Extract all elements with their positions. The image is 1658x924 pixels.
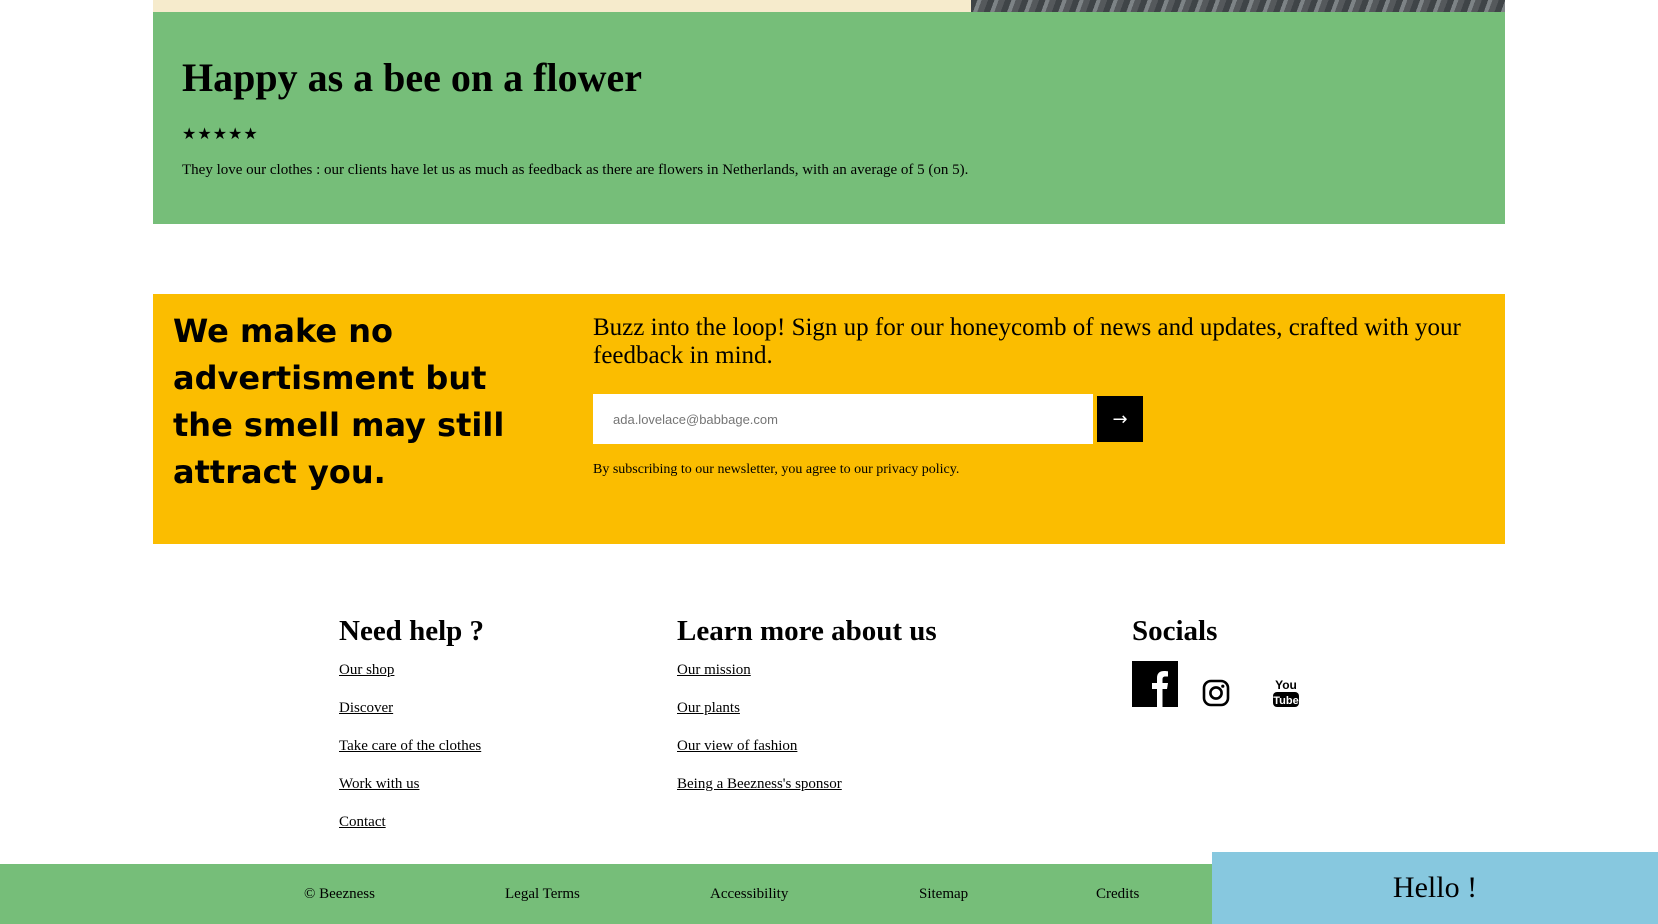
link-take-care[interactable]: Take care of the clothes bbox=[339, 737, 484, 756]
link-sponsor[interactable]: Being a Beezness's sponsor bbox=[677, 775, 937, 794]
rating-stars: ★★★★★ bbox=[182, 126, 259, 143]
link-our-plants[interactable]: Our plants bbox=[677, 699, 937, 718]
footer-link-credits[interactable]: Credits bbox=[1096, 886, 1139, 903]
socials-title: Socials bbox=[1132, 615, 1218, 647]
review-text: They love our clothes : our clients have… bbox=[182, 162, 969, 178]
link-view-of-fashion[interactable]: Our view of fashion bbox=[677, 737, 937, 756]
top-strip bbox=[153, 0, 1505, 12]
learn-column: Learn more about us Our mission Our plan… bbox=[677, 612, 937, 813]
hello-chat-button[interactable]: Hello ! bbox=[1212, 852, 1658, 924]
link-work-with-us[interactable]: Work with us bbox=[339, 775, 484, 794]
facebook-icon[interactable] bbox=[1132, 661, 1178, 707]
link-discover[interactable]: Discover bbox=[339, 699, 484, 718]
review-section: Happy as a bee on a flower ★★★★★ They lo… bbox=[153, 12, 1505, 224]
footer-link-legal-terms[interactable]: Legal Terms bbox=[505, 886, 580, 903]
link-our-shop[interactable]: Our shop bbox=[339, 661, 484, 680]
hero-photo-edge bbox=[971, 0, 1505, 12]
newsletter-headline: We make no advertisment but the smell ma… bbox=[173, 312, 505, 491]
learn-title: Learn more about us bbox=[677, 615, 937, 647]
newsletter-pitch: Buzz into the loop! Sign up for our hone… bbox=[593, 314, 1461, 369]
instagram-icon[interactable] bbox=[1202, 679, 1230, 707]
socials-column: Socials You Tube bbox=[1132, 612, 1332, 721]
review-title: Happy as a bee on a flower bbox=[182, 55, 642, 100]
footer-link-sitemap[interactable]: Sitemap bbox=[919, 886, 968, 903]
cream-panel bbox=[153, 0, 971, 12]
newsletter-section: We make no advertisment but the smell ma… bbox=[153, 294, 1505, 544]
help-title: Need help ? bbox=[339, 615, 484, 647]
footer-link-accessibility[interactable]: Accessibility bbox=[710, 886, 788, 903]
copyright: © Beezness bbox=[304, 886, 375, 902]
youtube-icon[interactable]: You Tube bbox=[1272, 677, 1300, 709]
youtube-icon-text-top: You bbox=[1275, 678, 1297, 692]
youtube-icon-text-bottom: Tube bbox=[1273, 695, 1298, 707]
help-column: Need help ? Our shop Discover Take care … bbox=[339, 612, 484, 851]
subscribe-button[interactable]: → bbox=[1097, 396, 1143, 442]
social-icons: You Tube bbox=[1132, 661, 1332, 721]
email-input[interactable] bbox=[593, 394, 1093, 444]
link-contact[interactable]: Contact bbox=[339, 813, 484, 832]
newsletter-note: By subscribing to our newsletter, you ag… bbox=[593, 462, 960, 477]
link-our-mission[interactable]: Our mission bbox=[677, 661, 937, 680]
